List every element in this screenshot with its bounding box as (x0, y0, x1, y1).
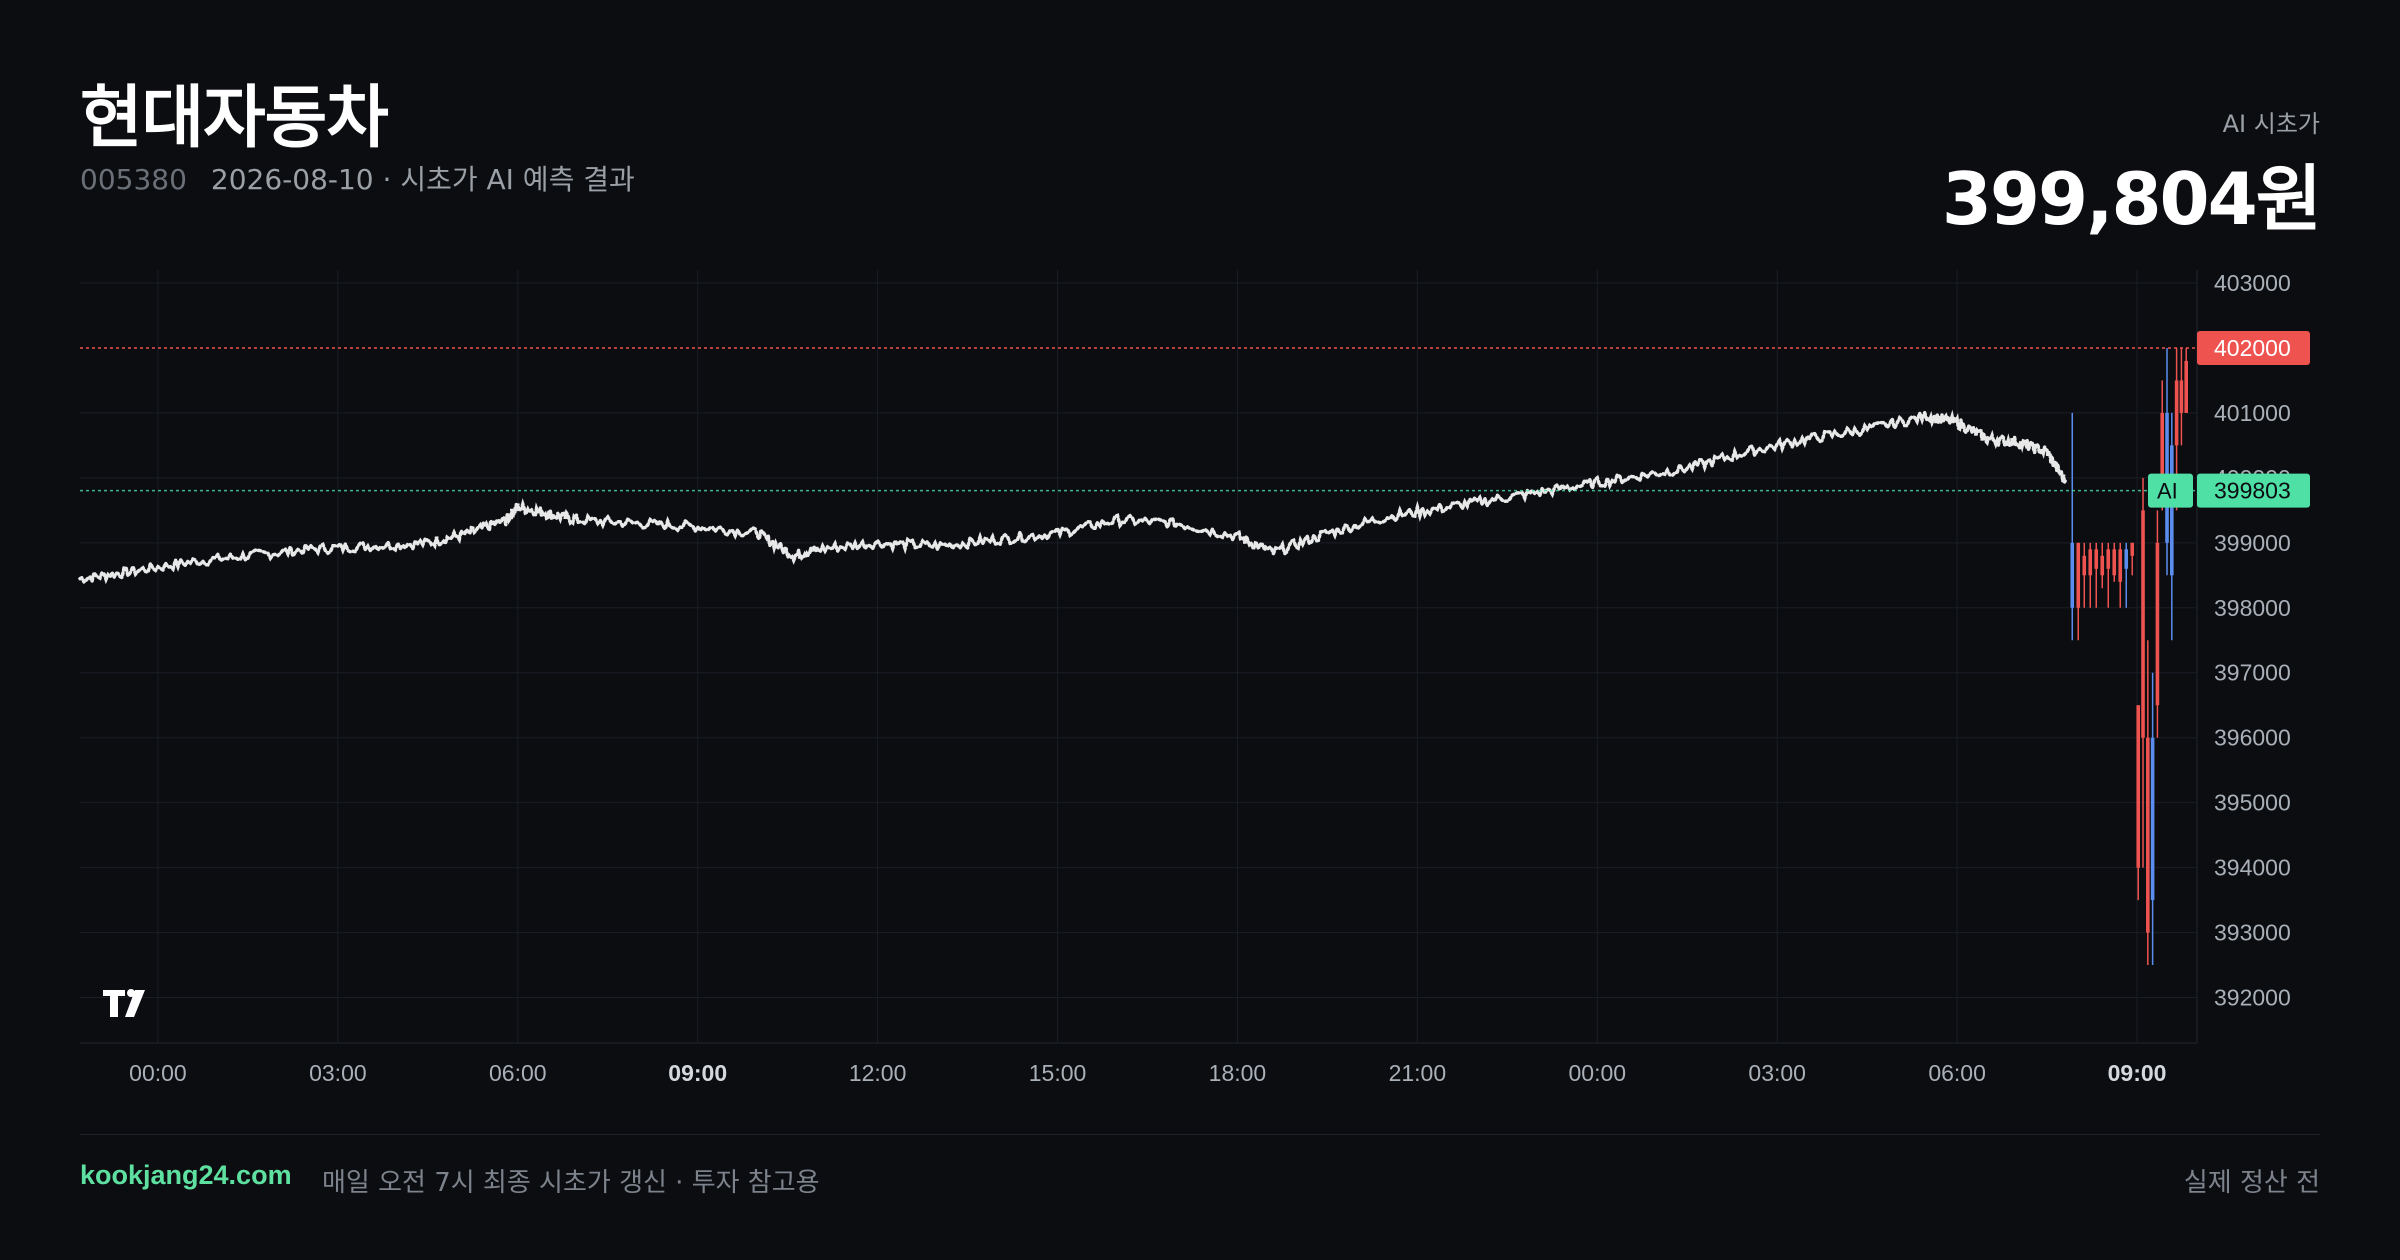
reference-price-label: 402000 (2214, 335, 2291, 361)
y-tick-label: 392000 (2214, 985, 2291, 1011)
y-tick-label: 395000 (2214, 790, 2291, 816)
candles (2070, 347, 2189, 966)
candle-body (2179, 380, 2184, 413)
candle-body (2082, 555, 2087, 576)
candle-body (2141, 510, 2145, 738)
reference-lines (80, 347, 2197, 492)
x-tick-label: 00:00 (129, 1060, 187, 1086)
y-tick-label: 393000 (2214, 920, 2291, 946)
y-tick-label: 396000 (2214, 725, 2291, 751)
x-tick-label: 06:00 (1928, 1060, 1986, 1086)
candle-body (2106, 549, 2111, 569)
tradingview-logo-icon (103, 989, 145, 1017)
y-tick-label: 394000 (2214, 855, 2291, 881)
candle-body (2088, 549, 2093, 576)
footer-divider (80, 1134, 2320, 1135)
candle-body (2150, 737, 2155, 901)
y-tick-label: 399000 (2214, 530, 2291, 556)
settlement-status: 실제 정산 전 (2183, 1168, 2320, 1198)
x-axis: 00:00 03:00 06:00 09:00 12:00 15:00 18:00 21:00… (129, 1060, 2166, 1086)
price-line (78, 406, 2067, 587)
y-tick-label: 398000 (2214, 595, 2291, 621)
x-tick-label: 12:00 (849, 1060, 907, 1086)
site-link[interactable]: kookjang24.com (80, 1160, 292, 1191)
x-tick-label: 00:00 (1569, 1060, 1627, 1086)
candle-body (2100, 555, 2105, 576)
candle-body (2146, 737, 2150, 933)
candle-body (2076, 542, 2081, 608)
candle-body (2160, 412, 2165, 478)
candle-body (2094, 549, 2099, 569)
candle-body (2124, 549, 2129, 569)
price-series (78, 406, 2067, 587)
candle-body (2130, 542, 2135, 556)
chart-grid (80, 270, 2198, 1044)
y-tick-label: 403000 (2214, 270, 2291, 296)
x-tick-label: 15:00 (1029, 1060, 1087, 1086)
x-tick-label: 18:00 (1209, 1060, 1267, 1086)
candle-body (2118, 549, 2123, 582)
price-chart[interactable]: 403000 401000 399000 398000 397000 396000 3950… (0, 0, 2400, 1100)
ai-tag-label: AI (2157, 479, 2178, 504)
y-tick-label: 401000 (2214, 400, 2291, 426)
ai-price-label: 399803 (2214, 478, 2291, 504)
candle-body (2155, 542, 2160, 706)
x-tick-label: 09:00 (2108, 1060, 2167, 1086)
candle-body (2136, 705, 2141, 868)
update-note: 매일 오전 7시 최종 시초가 갱신 · 투자 참고용 (322, 1168, 820, 1198)
y-tick-label: 397000 (2214, 660, 2291, 686)
x-tick-label: 03:00 (309, 1060, 367, 1086)
candle-body (2112, 549, 2117, 576)
candle-body (2174, 380, 2179, 446)
x-tick-label: 06:00 (489, 1060, 547, 1086)
candle-body (2184, 360, 2189, 413)
candle-body (2170, 445, 2174, 576)
x-tick-label: 09:00 (668, 1060, 727, 1086)
x-tick-label: 21:00 (1389, 1060, 1447, 1086)
candle-body (2070, 542, 2075, 608)
x-tick-label: 03:00 (1748, 1060, 1806, 1086)
